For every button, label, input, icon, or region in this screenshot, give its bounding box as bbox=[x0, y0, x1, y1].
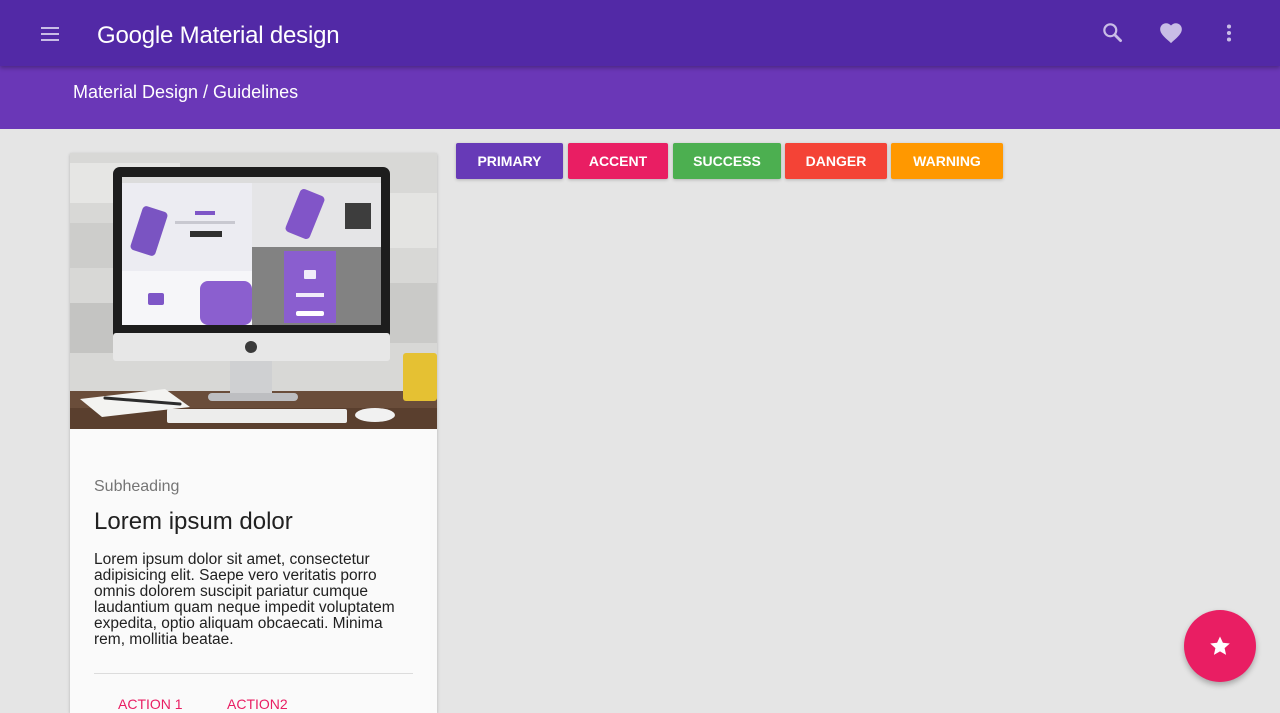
app-title: Google Material design bbox=[97, 22, 340, 49]
card-title: Lorem ipsum dolor bbox=[94, 508, 293, 535]
accent-button[interactable]: ACCENT bbox=[568, 143, 668, 179]
warning-button[interactable]: WARNING bbox=[891, 143, 1003, 179]
breadcrumb: Material Design / Guidelines bbox=[73, 82, 299, 102]
more-vert-icon bbox=[1226, 24, 1232, 42]
card-image bbox=[70, 153, 437, 429]
more-options-button[interactable] bbox=[1216, 20, 1242, 46]
menu-button[interactable] bbox=[38, 22, 64, 46]
danger-button[interactable]: DANGER bbox=[785, 143, 887, 179]
card-divider bbox=[94, 673, 413, 674]
favorite-button[interactable] bbox=[1158, 20, 1184, 46]
card-subheading: Subheading bbox=[94, 478, 180, 495]
primary-button[interactable]: PRIMARY bbox=[456, 143, 563, 179]
heart-icon bbox=[1160, 23, 1182, 44]
sub-header: Material Design / Guidelines bbox=[0, 66, 1280, 129]
search-button[interactable] bbox=[1100, 20, 1126, 46]
card-action-2-button[interactable]: ACTION2 bbox=[227, 696, 288, 712]
desktop-mockup-image bbox=[70, 153, 437, 429]
success-button[interactable]: SUCCESS bbox=[673, 143, 781, 179]
floating-action-button[interactable] bbox=[1184, 610, 1256, 682]
search-icon bbox=[1103, 23, 1122, 42]
content-card: Subheading Lorem ipsum dolor Lorem ipsum… bbox=[70, 153, 437, 713]
card-body-text: Lorem ipsum dolor sit amet, consectetur … bbox=[94, 551, 395, 648]
app-bar: Google Material design bbox=[0, 0, 1280, 66]
star-icon bbox=[1210, 636, 1230, 655]
card-action-1-button[interactable]: ACTION 1 bbox=[118, 696, 183, 712]
